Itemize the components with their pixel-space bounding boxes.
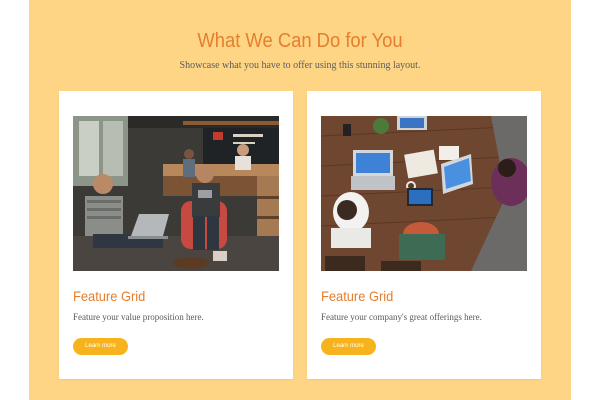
feature-card: Feature Grid Feature your value proposit… [59,91,293,379]
feature-image-cafe [73,116,279,271]
feature-image-team [321,116,527,271]
card-title: Feature Grid [321,288,394,304]
learn-more-button[interactable]: Learn more [321,338,376,355]
card-title: Feature Grid [73,288,146,304]
section-title: What We Can Do for You [197,30,403,52]
card-description: Feature your value proposition here. [73,312,204,322]
feature-card: Feature Grid Feature your company's grea… [307,91,541,379]
features-section: What We Can Do for You Showcase what you… [29,0,571,400]
card-description: Feature your company's great offerings h… [321,312,482,322]
section-subtitle: Showcase what you have to offer using th… [179,60,421,71]
learn-more-button[interactable]: Learn more [73,338,128,355]
